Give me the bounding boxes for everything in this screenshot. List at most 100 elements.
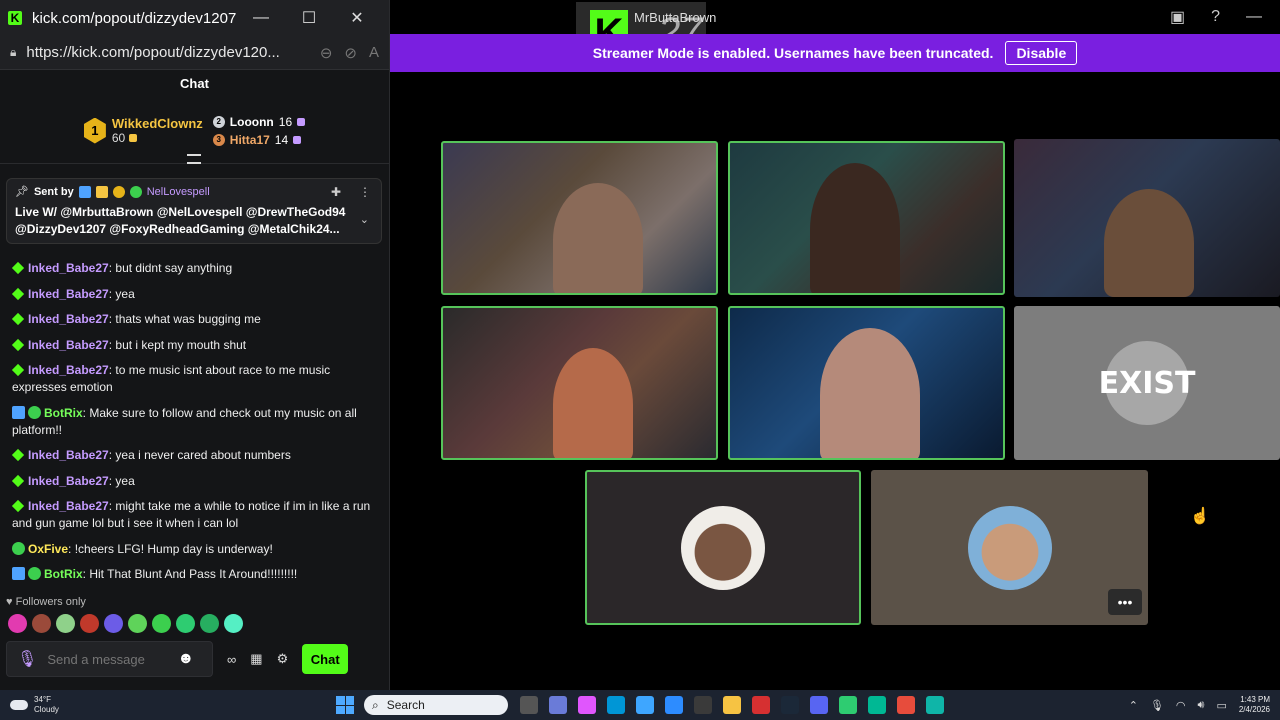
video-tile[interactable] [441, 141, 718, 295]
video-tile[interactable] [441, 306, 718, 460]
leaderboard-third[interactable]: 3 Hitta17 14 [212, 133, 305, 147]
app-icon[interactable] [839, 696, 857, 714]
crown-badge-icon [95, 185, 108, 198]
maps-icon[interactable] [897, 696, 915, 714]
video-tile[interactable] [1014, 139, 1280, 297]
clock[interactable]: 1:43 PM 2/4/2026 [1239, 695, 1270, 715]
audio-tile[interactable]: ••• [871, 470, 1148, 625]
maximize-icon[interactable]: ☐ [285, 8, 333, 28]
video-tile[interactable] [728, 306, 1005, 460]
address-bar[interactable]: 🔒︎ https://kick.com/popout/dizzydev120..… [0, 36, 389, 70]
app-icon[interactable] [578, 696, 596, 714]
message-input-wrap[interactable]: 🎙︎ ☻ [6, 641, 213, 677]
collapse-handle-icon[interactable] [187, 154, 201, 164]
hp-icon[interactable] [607, 696, 625, 714]
weather-widget[interactable]: 34°F Cloudy [0, 695, 330, 715]
read-aloud-icon[interactable]: A [369, 44, 379, 61]
chat-text: Hit That Blunt And Pass It Around!!!!!!!… [89, 567, 298, 581]
chat-message: Inked_Babe27: but didnt say anything [11, 260, 374, 277]
disable-button[interactable]: Disable [1005, 41, 1078, 65]
chat-username[interactable]: Inked_Babe27 [28, 287, 109, 301]
app-icon[interactable] [868, 696, 886, 714]
chevron-up-icon[interactable]: ⌃ [1129, 699, 1138, 712]
leaderboard-first[interactable]: 1 WikkedClownz 60 [83, 116, 203, 145]
microphone-icon[interactable]: 🎙︎ [1150, 699, 1164, 712]
chat-username[interactable]: Inked_Babe27 [28, 312, 109, 326]
chevron-down-icon[interactable]: ⌄ [360, 213, 369, 226]
emote-icon[interactable] [152, 614, 171, 633]
gear-icon[interactable]: ⚙ [277, 651, 289, 667]
volume-icon[interactable]: 🔊︎ [1198, 699, 1205, 712]
store-icon[interactable]: ▦ [250, 651, 262, 667]
unpin-icon[interactable]: ✚ [331, 185, 341, 199]
emote-icon[interactable] [176, 614, 195, 633]
copilot-icon[interactable] [549, 696, 567, 714]
app-icon[interactable] [636, 696, 654, 714]
task-view-icon[interactable] [520, 696, 538, 714]
emote-icon[interactable] [104, 614, 123, 633]
app-icon[interactable] [752, 696, 770, 714]
message-input[interactable] [47, 651, 168, 667]
pinned-sender[interactable]: NelLovespell [147, 186, 210, 198]
start-button-icon[interactable] [336, 696, 354, 714]
leaderboard-second[interactable]: 2 Looonn 16 [212, 114, 306, 129]
chat-message-list[interactable]: Inked_Babe27: but didnt say anything Inke… [0, 260, 386, 592]
chat-username[interactable]: Inked_Babe27 [28, 499, 109, 513]
minimize-icon[interactable]: — [1246, 8, 1262, 26]
emote-icon[interactable] [56, 614, 75, 633]
more-options-icon[interactable]: ⋮ [359, 185, 371, 199]
emote-icon[interactable] [32, 614, 51, 633]
cast-icon[interactable]: ▣ [1170, 7, 1185, 27]
zoom-icon[interactable]: ⊖ [320, 44, 333, 62]
help-icon[interactable]: ? [1211, 8, 1220, 26]
zoom-app-icon[interactable] [665, 696, 683, 714]
chat-message: Inked_Babe27: might take me a while to n… [11, 499, 371, 530]
audio-tile[interactable] [585, 470, 861, 625]
battery-icon[interactable]: ▭ [1216, 699, 1226, 712]
windows-taskbar: 34°F Cloudy ⌕ Search ⌃ 🎙︎ ◠ 🔊︎ ▭ 1:43 PM… [0, 690, 1280, 720]
chat-username[interactable]: Inked_Babe27 [28, 474, 109, 488]
chat-username[interactable]: Inked_Babe27 [28, 448, 109, 462]
chat-username[interactable]: Inked_Babe27 [28, 363, 109, 377]
send-chat-button[interactable]: Chat [302, 644, 349, 674]
chat-username[interactable]: OxFive [28, 542, 68, 556]
video-tile[interactable] [728, 141, 1005, 295]
pinned-message[interactable]: 📌︎ Sent by NelLovespell ✚ ⋮ Live W/ @Mrb… [6, 178, 382, 244]
minimize-icon[interactable]: — [237, 9, 285, 27]
chat-text: thats what was bugging me [115, 312, 261, 326]
chat-username[interactable]: Inked_Babe27 [28, 261, 109, 275]
chat-username[interactable]: Inked_Babe27 [28, 338, 109, 352]
emote-icon[interactable] [8, 614, 27, 633]
leaderboard-second-points: 16 [278, 114, 293, 129]
lock-icon[interactable]: 🔒︎ [10, 45, 16, 60]
edge-icon[interactable] [926, 696, 944, 714]
emote-icon[interactable] [200, 614, 219, 633]
wifi-icon[interactable]: ◠ [1176, 699, 1186, 712]
mouse-cursor-icon: ☝ [1190, 508, 1210, 525]
url-text[interactable]: https://kick.com/popout/dizzydev120... [26, 44, 307, 61]
taskbar-search[interactable]: ⌕ Search [364, 695, 508, 715]
steam-icon[interactable] [781, 696, 799, 714]
bot-badge-icon [78, 185, 91, 198]
tracking-prevention-icon[interactable]: ⊘ [344, 44, 357, 62]
emote-icon[interactable] [224, 614, 243, 633]
chat-message: Inked_Babe27: thats what was bugging me [11, 311, 374, 328]
store-icon[interactable] [694, 696, 712, 714]
folder-icon[interactable] [723, 696, 741, 714]
subscriber-badge-icon [11, 338, 25, 351]
clock-time: 1:43 PM [1240, 695, 1270, 704]
discord-icon[interactable] [810, 696, 828, 714]
emoji-icon[interactable]: ☻ [177, 650, 194, 668]
emote-icon[interactable] [80, 614, 99, 633]
microphone-icon[interactable]: 🎙︎ [17, 649, 37, 669]
stream-stage: ▣ ? — K 27 MrButtaBrown Streamer Mode is… [390, 0, 1280, 690]
chat-username[interactable]: BotRix [44, 567, 83, 581]
close-icon[interactable]: ✕ [333, 8, 381, 28]
chat-username[interactable]: BotRix [44, 406, 83, 420]
infinity-icon[interactable]: ∞ [227, 652, 236, 667]
emote-icon[interactable] [128, 614, 147, 633]
video-tile[interactable]: EXIST [1014, 306, 1280, 460]
gifter-badge-icon [112, 185, 125, 198]
subscriber-badge-icon [11, 363, 25, 377]
more-options-button[interactable]: ••• [1108, 589, 1142, 615]
